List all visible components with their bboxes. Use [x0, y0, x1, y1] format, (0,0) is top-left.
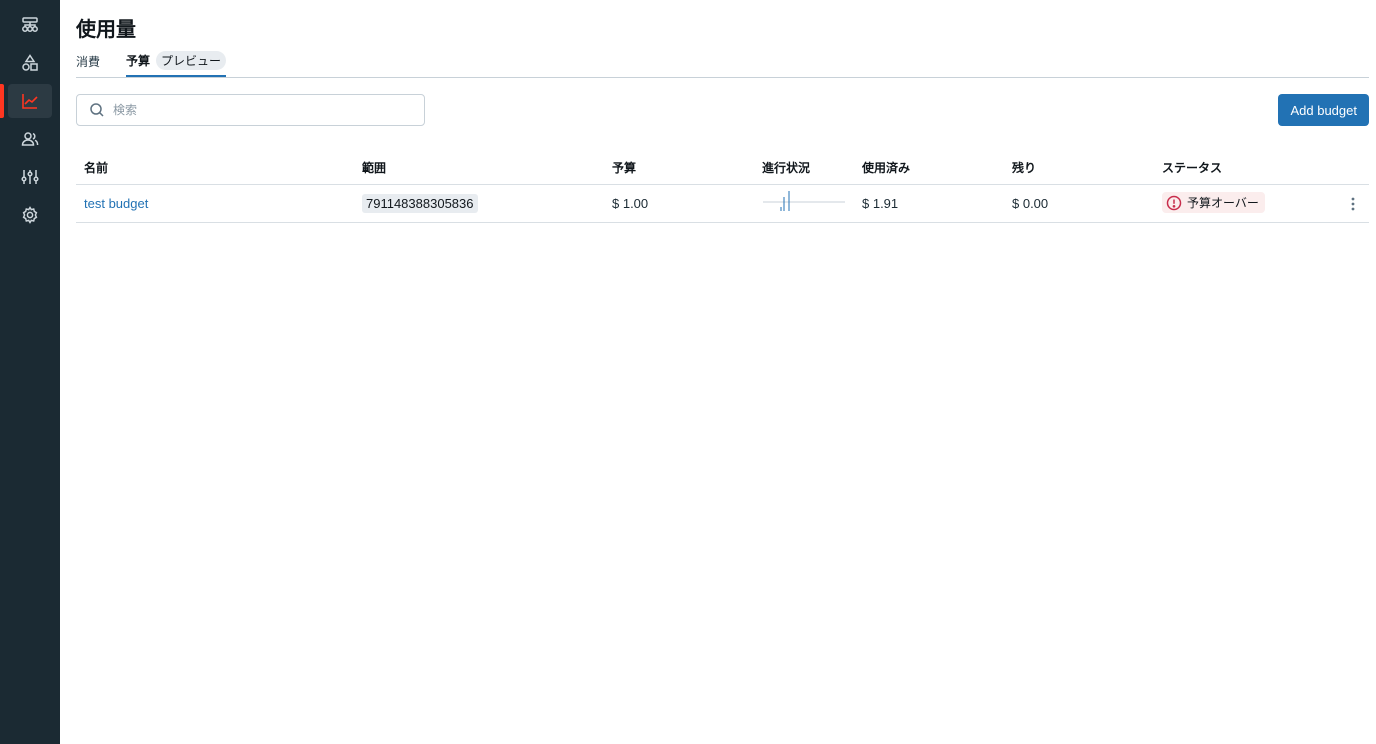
- sidebar-item-catalog[interactable]: [8, 8, 52, 42]
- cell-budget: $ 1.00: [612, 196, 649, 211]
- status-label: 予算オーバー: [1187, 196, 1259, 211]
- column-header-scope[interactable]: 範囲: [362, 159, 612, 176]
- sidebar-item-shapes[interactable]: [8, 46, 52, 80]
- sidebar-item-gear[interactable]: [8, 198, 52, 232]
- scope-tag: 791148388305836: [362, 193, 478, 213]
- tab-budgets[interactable]: 予算 プレビュー: [126, 51, 227, 77]
- tab-budgets-label: 予算: [126, 54, 151, 68]
- column-header-used[interactable]: 使用済み: [862, 159, 1012, 176]
- table-header: 名前 範囲 予算 進行状況 使用済み 残り ステータス: [76, 150, 1369, 185]
- column-header-remaining[interactable]: 残り: [1012, 159, 1162, 176]
- chart-line-icon: [22, 94, 38, 109]
- search-icon: [90, 103, 104, 117]
- status-badge: 予算オーバー: [1162, 192, 1265, 214]
- preview-badge: プレビュー: [156, 51, 227, 70]
- cell-scope: 791148388305836: [362, 193, 612, 213]
- sliders-icon: [21, 170, 39, 184]
- shapes-icon: [22, 54, 38, 71]
- tabs: 消費 予算 プレビュー: [76, 51, 1369, 78]
- column-header-name[interactable]: 名前: [76, 159, 362, 176]
- sidebar: [0, 0, 60, 744]
- alert-circle-icon: [1166, 195, 1182, 210]
- search-input[interactable]: [113, 103, 413, 117]
- users-icon: [21, 132, 39, 146]
- sidebar-item-users[interactable]: [8, 122, 52, 156]
- search-box[interactable]: [76, 94, 425, 126]
- cell-progress: [762, 189, 862, 219]
- column-header-progress[interactable]: 進行状況: [762, 159, 862, 176]
- sidebar-item-settings-sliders[interactable]: [8, 160, 52, 194]
- budgets-table: 名前 範囲 予算 進行状況 使用済み 残り ステータス test budget …: [76, 150, 1369, 223]
- gear-icon: [22, 206, 38, 224]
- toolbar: Add budget: [76, 94, 1369, 126]
- budget-name-link[interactable]: test budget: [84, 196, 148, 211]
- table-row[interactable]: test budget 791148388305836 $ 1.00 $ 1.9…: [76, 185, 1369, 223]
- tab-consumption[interactable]: 消費: [76, 53, 100, 77]
- progress-sparkline: [763, 190, 845, 211]
- column-header-budget[interactable]: 予算: [612, 159, 762, 176]
- cell-name: test budget: [76, 196, 362, 212]
- column-header-status[interactable]: ステータス: [1162, 159, 1332, 176]
- sidebar-item-usage[interactable]: [0, 84, 52, 118]
- add-budget-button[interactable]: Add budget: [1278, 94, 1369, 126]
- main-content: 使用量 消費 予算 プレビュー Add budget 名前 範囲 予算 進行状: [60, 0, 1376, 744]
- cell-remaining: $ 0.00: [1012, 196, 1049, 211]
- cell-actions: [1332, 196, 1369, 212]
- cell-used: $ 1.91: [862, 196, 899, 211]
- cell-status: 予算オーバー: [1162, 192, 1332, 215]
- kebab-menu-icon[interactable]: [1345, 196, 1361, 212]
- page-title: 使用量: [76, 17, 136, 41]
- catalog-icon: [22, 17, 38, 32]
